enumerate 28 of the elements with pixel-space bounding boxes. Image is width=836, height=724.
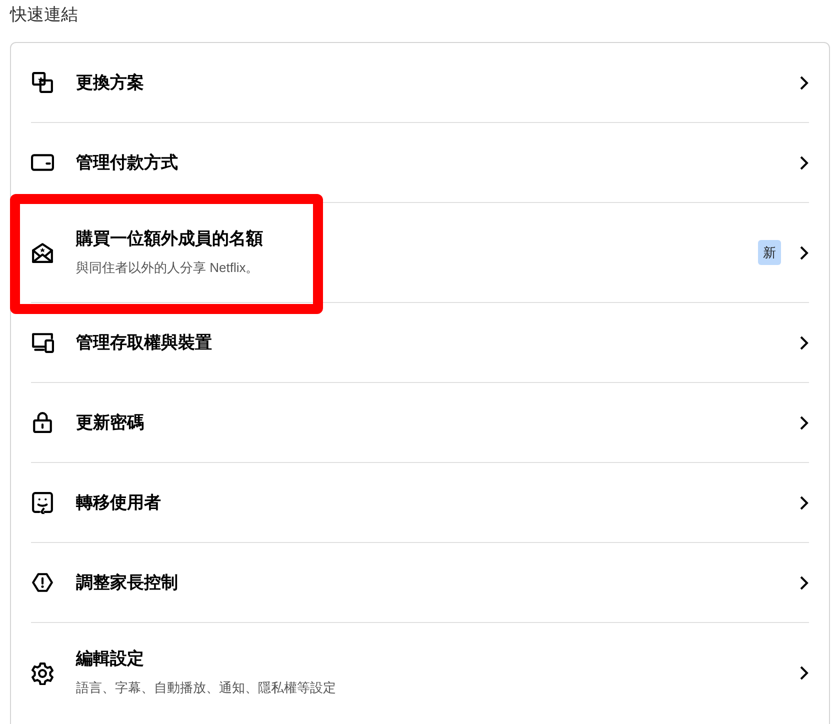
chevron-icon[interactable] xyxy=(799,574,809,590)
link-label[interactable]: 更換方案 xyxy=(76,72,144,94)
new-badge: 新 xyxy=(758,240,781,266)
chevron-icon[interactable] xyxy=(799,414,809,430)
envelope-icon xyxy=(31,241,54,264)
gear-icon xyxy=(31,662,54,684)
link-description: 語言、字幕、自動播放、通知、隱私權等設定 xyxy=(76,679,336,698)
chevron-icon[interactable] xyxy=(799,665,809,681)
card-icon xyxy=(31,151,54,174)
chevron-icon[interactable] xyxy=(799,74,809,90)
link-label[interactable]: 更新密碼 xyxy=(76,412,144,434)
warning-icon xyxy=(31,571,54,594)
link-label[interactable]: 管理付款方式 xyxy=(76,152,178,174)
link-description: 與同住者以外的人分享 Netflix。 xyxy=(76,258,259,277)
devices-icon xyxy=(31,331,54,354)
chevron-icon[interactable] xyxy=(799,154,809,170)
chevron-icon[interactable] xyxy=(799,334,809,350)
section-title: 快速連結 xyxy=(10,4,78,26)
link-label[interactable]: 調整家長控制 xyxy=(76,572,178,594)
link-label[interactable]: 編輯設定 xyxy=(76,648,144,670)
profile-icon xyxy=(31,491,54,514)
stacked-squares-icon xyxy=(31,71,54,94)
chevron-icon[interactable] xyxy=(799,244,809,260)
chevron-icon[interactable] xyxy=(799,494,809,510)
link-label[interactable]: 轉移使用者 xyxy=(76,492,161,514)
lock-icon xyxy=(31,411,54,434)
link-label[interactable]: 管理存取權與裝置 xyxy=(76,332,212,354)
link-label[interactable]: 購買一位額外成員的名額 xyxy=(76,228,263,250)
